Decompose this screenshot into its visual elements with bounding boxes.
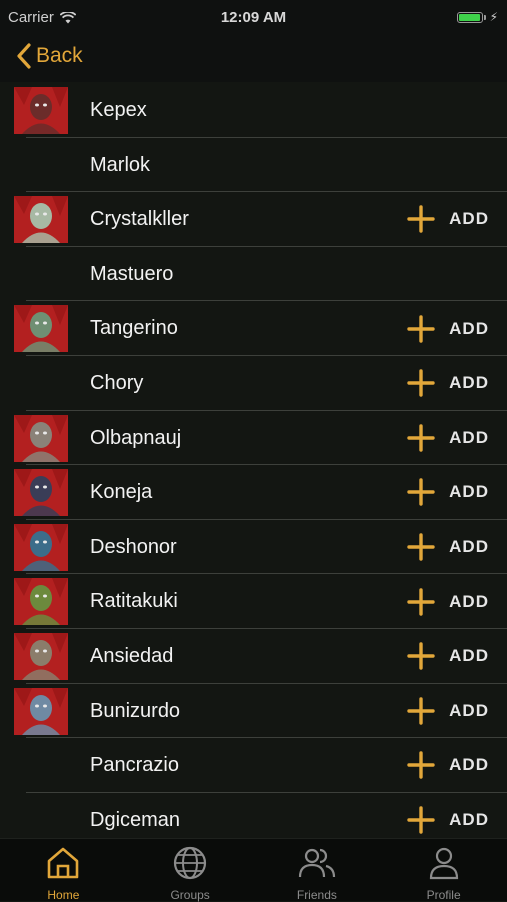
character-name: Deshonor [90, 535, 177, 558]
avatar [14, 632, 68, 680]
battery-icon [456, 11, 483, 23]
plus-icon [407, 314, 435, 343]
list-item[interactable]: Dgiceman ADD [0, 793, 507, 838]
character-list: Kepex Marlok Crystalkller ADD Mastuero Tanger… [0, 83, 507, 838]
plus-icon [407, 478, 435, 507]
character-name: Bunizurdo [90, 699, 181, 722]
avatar [14, 196, 68, 244]
back-label: Back [36, 44, 83, 67]
list-item[interactable]: Olbapnauj ADD [0, 411, 507, 466]
list-item[interactable]: Kepex [0, 83, 507, 138]
avatar [14, 305, 68, 353]
friends-icon [298, 845, 336, 886]
list-item[interactable]: Koneja ADD [0, 465, 507, 520]
list-item[interactable]: Tangerino ADD [0, 301, 507, 356]
list-item[interactable]: Ratitakuki ADD [0, 574, 507, 629]
tab-bar: Home Groups Friends Profile [0, 838, 507, 902]
navigation-bar: Back [0, 34, 507, 82]
character-name: Marlok [90, 153, 151, 176]
status-time: 12:09 AM [220, 9, 287, 26]
add-label: ADD [449, 427, 489, 447]
avatar [14, 469, 68, 517]
add-button[interactable]: ADD [407, 520, 489, 575]
plus-icon [407, 424, 435, 452]
plus-icon [407, 751, 435, 780]
list-item[interactable]: Deshonor ADD [0, 520, 507, 575]
charging-icon: ⚡ [489, 10, 498, 24]
add-label: ADD [449, 537, 489, 557]
add-button[interactable]: ADD [407, 192, 489, 247]
plus-icon [407, 369, 435, 397]
add-label: ADD [449, 482, 489, 502]
list-item[interactable]: Pancrazio ADD [0, 738, 507, 793]
avatar [14, 414, 68, 462]
character-name: Ansiedad [90, 644, 174, 667]
tab-friends[interactable]: Friends [254, 839, 381, 902]
add-button[interactable]: ADD [407, 301, 489, 356]
plus-icon [407, 642, 435, 670]
back-button[interactable]: Back [16, 42, 83, 70]
add-button[interactable]: ADD [407, 574, 489, 629]
globe-icon [172, 845, 208, 886]
character-name: Mastuero [90, 262, 174, 285]
add-label: ADD [449, 373, 489, 393]
add-label: ADD [449, 810, 489, 830]
character-name: Kepex [90, 99, 147, 121]
add-label: ADD [449, 318, 489, 338]
plus-icon [407, 806, 435, 834]
avatar [14, 687, 68, 735]
home-icon [45, 845, 81, 886]
add-label: ADD [449, 700, 489, 720]
add-button[interactable]: ADD [407, 465, 489, 520]
character-name: Koneja [90, 481, 153, 504]
list-item[interactable]: Bunizurdo ADD [0, 684, 507, 739]
character-name: Dgiceman [90, 808, 181, 831]
avatar [14, 578, 68, 626]
add-button[interactable]: ADD [407, 411, 489, 466]
plus-icon [407, 533, 435, 561]
character-name: Pancrazio [90, 754, 179, 777]
character-name: Chory [90, 371, 144, 394]
avatar [14, 523, 68, 571]
status-right: ⚡ [456, 10, 498, 24]
profile-icon [426, 845, 462, 886]
list-item[interactable]: Marlok [0, 138, 507, 193]
add-button[interactable]: ADD [407, 629, 489, 684]
list-item[interactable]: Ansiedad ADD [0, 629, 507, 684]
add-button[interactable]: ADD [407, 356, 489, 411]
tab-home[interactable]: Home [0, 839, 127, 902]
character-name: Ratitakuki [90, 590, 178, 613]
add-label: ADD [449, 591, 489, 611]
add-label: ADD [449, 755, 489, 775]
add-button[interactable]: ADD [407, 738, 489, 793]
add-label: ADD [449, 209, 489, 229]
chevron-left-icon [17, 43, 31, 69]
battery-cap [483, 14, 486, 20]
plus-icon [407, 205, 435, 234]
tab-groups[interactable]: Groups [127, 839, 254, 902]
add-button[interactable]: ADD [407, 684, 489, 739]
list-item[interactable]: Crystalkller ADD [0, 192, 507, 247]
character-name: Olbapnauj [90, 426, 182, 449]
status-bar: Carrier 12:09 AM ⚡ [0, 0, 507, 34]
character-name: Tangerino [90, 317, 178, 340]
list-item[interactable]: Chory ADD [0, 356, 507, 411]
avatar [14, 87, 68, 134]
tab-profile[interactable]: Profile [380, 839, 507, 902]
add-button[interactable]: ADD [407, 793, 489, 838]
character-name: Crystalkller [90, 208, 189, 231]
add-label: ADD [449, 646, 489, 666]
plus-icon [407, 697, 435, 725]
list-item[interactable]: Mastuero [0, 247, 507, 302]
plus-icon [407, 587, 435, 616]
